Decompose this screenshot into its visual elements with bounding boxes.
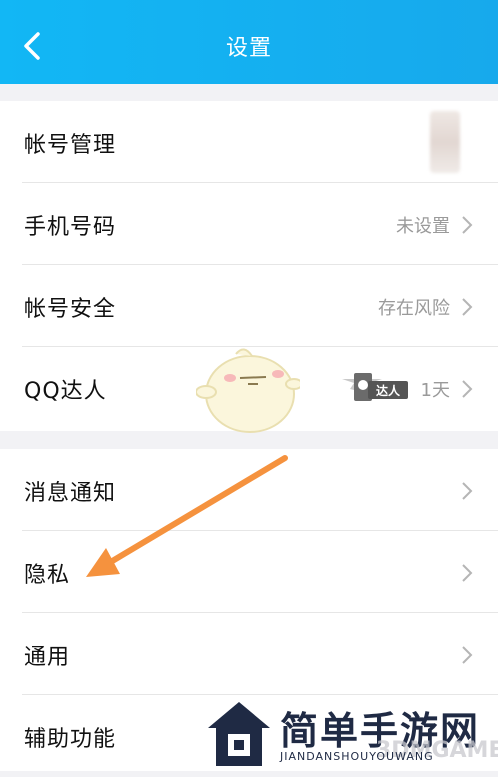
account-security-row[interactable]: 帐号安全 存在风险 — [0, 265, 498, 347]
page-title: 设置 — [225, 36, 272, 61]
row-label: 隐私 — [24, 563, 71, 588]
row-label: 消息通知 — [24, 481, 117, 506]
chevron-right-icon — [462, 380, 473, 398]
house-logo-icon — [208, 702, 270, 766]
row-label: 帐号安全 — [24, 297, 117, 322]
chevron-right-icon — [462, 646, 473, 664]
row-label: 辅助功能 — [24, 727, 117, 752]
row-label: 手机号码 — [24, 215, 117, 240]
app-header: 设置 — [0, 0, 498, 84]
expert-badge-icon: 达人 — [342, 373, 408, 401]
chevron-right-icon — [462, 216, 473, 234]
notifications-row[interactable]: 消息通知 — [0, 449, 498, 531]
row-value: 未设置 — [396, 216, 450, 237]
row-value: 存在风险 — [378, 298, 450, 319]
row-value: 1天 — [420, 380, 450, 401]
row-label: 通用 — [24, 645, 71, 670]
row-label: 帐号管理 — [24, 133, 117, 158]
mascot-sticker-icon — [196, 348, 300, 433]
general-row[interactable]: 通用 — [0, 613, 498, 695]
chevron-right-icon — [462, 482, 473, 500]
row-label: QQ达人 — [24, 379, 107, 404]
privacy-row[interactable]: 隐私 — [0, 531, 498, 613]
account-management-row[interactable]: 帐号管理 — [0, 101, 498, 183]
badge-text: 达人 — [376, 383, 401, 398]
watermark: 简单手游网 3DMGAME JIANDANSHOUYOUWANG — [206, 700, 498, 771]
avatar — [430, 111, 460, 173]
chevron-right-icon — [462, 298, 473, 316]
watermark-subtitle: JIANDANSHOUYOUWANG — [280, 750, 434, 763]
chevron-right-icon — [462, 564, 473, 582]
phone-number-row[interactable]: 手机号码 未设置 — [0, 183, 498, 265]
